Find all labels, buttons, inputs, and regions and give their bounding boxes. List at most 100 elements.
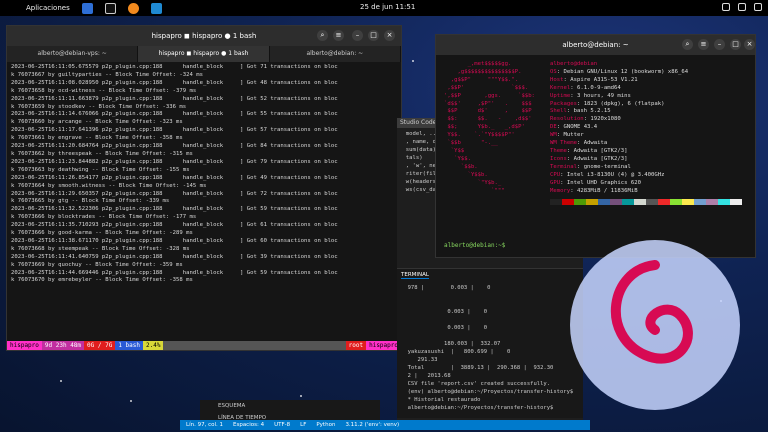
info-value: : 4283MiB / 11836MiB: [570, 187, 638, 194]
status-user: root: [345, 341, 367, 350]
terminal-line: k 76073658 by ocd-witness -- Block Time …: [11, 87, 197, 94]
info-key: Kernel: [550, 84, 571, 91]
info-key: OS: [550, 68, 557, 75]
info-key: Uptime: [550, 92, 571, 99]
info-value: : Debian GNU/Linux 12 (bookworm) x86_64: [556, 68, 689, 75]
vscode-terminal-output[interactable]: 978 | 0.003 | 0 0.003 | 0 0.003 | 0 180.…: [397, 282, 583, 414]
swatch: [682, 199, 694, 206]
info-row: Terminal: gnome-terminal: [550, 164, 742, 172]
terminal-line: k 76073659 by stoodkev -- Block Time Off…: [11, 103, 187, 110]
activities-menu[interactable]: Aplicaciones: [26, 4, 70, 12]
swatch: [622, 199, 634, 206]
maximize-icon[interactable]: □: [368, 30, 379, 41]
network-icon: [722, 3, 730, 11]
tab-vps[interactable]: alberto@debian-vps: ~: [7, 46, 139, 62]
swatch: [646, 199, 658, 206]
terminal-line: 2023-06-25T16:11:17.641396 p2p_plugin.cp…: [11, 127, 338, 134]
info-value: : 6.1.0-9-amd64: [570, 84, 621, 91]
info-key: Theme: [550, 147, 567, 154]
terminal-output[interactable]: 2023-06-25T16:11:05.675579 p2p_plugin.cp…: [7, 62, 401, 332]
menu-icon[interactable]: ≡: [698, 39, 709, 50]
info-key: GPU: [550, 179, 561, 186]
close-icon[interactable]: ×: [744, 39, 755, 50]
minimize-icon[interactable]: –: [714, 39, 725, 50]
status-item: UTF-8: [274, 422, 291, 428]
terminal-line: k 76073668 by steempeak -- Block Time Of…: [11, 245, 190, 252]
swatch: [574, 199, 586, 206]
titlebar[interactable]: alberto@debian: ~ ⌕ ≡ – □ ×: [436, 35, 755, 55]
info-key: Terminal: [550, 163, 577, 170]
debian-swirl-wallpaper: [570, 240, 740, 410]
info-key: Host: [550, 76, 564, 83]
info-row: Host: Aspire A315-53 V1.21: [550, 77, 742, 85]
files-icon[interactable]: [81, 2, 93, 14]
minimize-icon[interactable]: –: [352, 30, 363, 41]
terminal-line: k 76073666 by blocktrades -- Block Time …: [11, 214, 197, 221]
info-value: : Aspire A315-53 V1.21: [563, 76, 638, 83]
terminal-line: k 76073662 by threespeak -- Block Time O…: [11, 150, 193, 157]
vscode-terminal-line: * Historial restaurado: [401, 397, 481, 403]
info-key: Packages: [550, 100, 577, 107]
volume-icon: [738, 3, 746, 11]
info-row: Resolution: 1920x1080: [550, 116, 742, 124]
vscode-icon[interactable]: [150, 2, 162, 14]
terminal-line: 2023-06-25T16:11:44.669446 p2p_plugin.cp…: [11, 269, 338, 276]
terminal-window-hispapro[interactable]: hispapro ◼ hispapro ● 1 bash ⌕ ≡ – □ × a…: [6, 25, 402, 351]
vscode-terminal-line: 0.003 | 0: [401, 325, 488, 331]
terminal-line: 2023-06-25T16:11:14.676066 p2p_plugin.cp…: [11, 111, 338, 118]
terminal-line: 2023-06-25T16:11:11.663879 p2p_plugin.cp…: [11, 95, 338, 102]
swatch: [598, 199, 610, 206]
system-tray[interactable]: [722, 3, 762, 11]
search-icon[interactable]: ⌕: [317, 30, 328, 41]
swatch: [694, 199, 706, 206]
tab-hispapro[interactable]: hispapro ◼ hispapro ● 1 bash: [138, 46, 270, 62]
info-value: : Adwaita [GTK2/3]: [566, 147, 628, 154]
vscode-terminal-line: 180.003 | 332.07: [401, 341, 501, 347]
terminal-line: k 76073663 by deathwing -- Block Time Of…: [11, 166, 190, 173]
terminal-icon[interactable]: [104, 2, 116, 14]
info-row: GPU: Intel UHD Graphics 620: [550, 180, 742, 188]
status-item: Espacios: 4: [232, 422, 265, 428]
clock[interactable]: 25 de jun 11:51: [360, 3, 415, 11]
info-value: : 1920x1080: [583, 116, 621, 123]
info-key: Resolution: [550, 116, 584, 123]
status-item: Python: [316, 422, 336, 428]
terminal-line: 2023-06-25T16:11:35.710293 p2p_plugin.cp…: [11, 222, 338, 229]
menu-icon[interactable]: ≡: [333, 30, 344, 41]
prompt[interactable]: alberto@debian:~$: [444, 242, 505, 249]
vscode-terminal-line: 0.003 | 0: [401, 309, 488, 315]
titlebar[interactable]: hispapro ◼ hispapro ● 1 bash ⌕ ≡ – □ ×: [7, 26, 401, 46]
vscode-terminal-line: Total | 3889.13 | 290.368 | 932.30: [401, 365, 554, 371]
terminal-line: k 76073664 by smooth.witness -- Block Ti…: [11, 182, 207, 189]
tab-terminal[interactable]: TERMINAL: [401, 272, 429, 279]
close-icon[interactable]: ×: [384, 30, 395, 41]
swatch: [610, 199, 622, 206]
info-value: : Intel UHD Graphics 620: [560, 179, 641, 186]
info-key: CPU: [550, 171, 561, 178]
maximize-icon[interactable]: □: [730, 39, 741, 50]
terminal-line: k 76073665 by gtg -- Block Time Offset: …: [11, 198, 170, 205]
info-value: : bash 5.2.15: [566, 108, 611, 115]
info-row: WM Theme: Adwaita: [550, 140, 742, 148]
swatch: [586, 199, 598, 206]
vscode-terminal-line: CSV file 'report.csv' created successful…: [401, 381, 551, 387]
user-host: alberto@debian: [550, 61, 598, 67]
search-icon[interactable]: ⌕: [682, 39, 693, 50]
swatch: [718, 199, 730, 206]
system-info: alberto@debian OS: Debian GNU/Linux 12 (…: [550, 61, 742, 206]
tmux-statusline: hispapro 9d 23h 48m 0G / 7G 1 bash 2.4% …: [7, 341, 401, 350]
tab-debian[interactable]: alberto@debian: ~: [270, 46, 401, 62]
info-row: Theme: Adwaita [GTK2/3]: [550, 148, 742, 156]
info-value: : Adwaita: [576, 140, 608, 147]
terminal-line: k 76073660 by arcange -- Block Time Offs…: [11, 119, 183, 126]
info-row: Shell: bash 5.2.15: [550, 108, 742, 116]
outline-section[interactable]: ESQUEMA: [200, 400, 380, 412]
color-swatches: [550, 199, 742, 206]
swatch: [550, 199, 562, 206]
vscode-terminal-line: [401, 332, 579, 340]
status-item: 3.11.2 ('env': venv): [345, 422, 400, 428]
terminal-panel[interactable]: TERMINAL 978 | 0.003 | 0 0.003 | 0 0.003…: [397, 268, 583, 418]
terminal-line: 2023-06-25T16:11:26.854177 p2p_plugin.cp…: [11, 174, 338, 181]
info-key: Memory: [550, 187, 571, 194]
firefox-icon[interactable]: [127, 2, 139, 14]
